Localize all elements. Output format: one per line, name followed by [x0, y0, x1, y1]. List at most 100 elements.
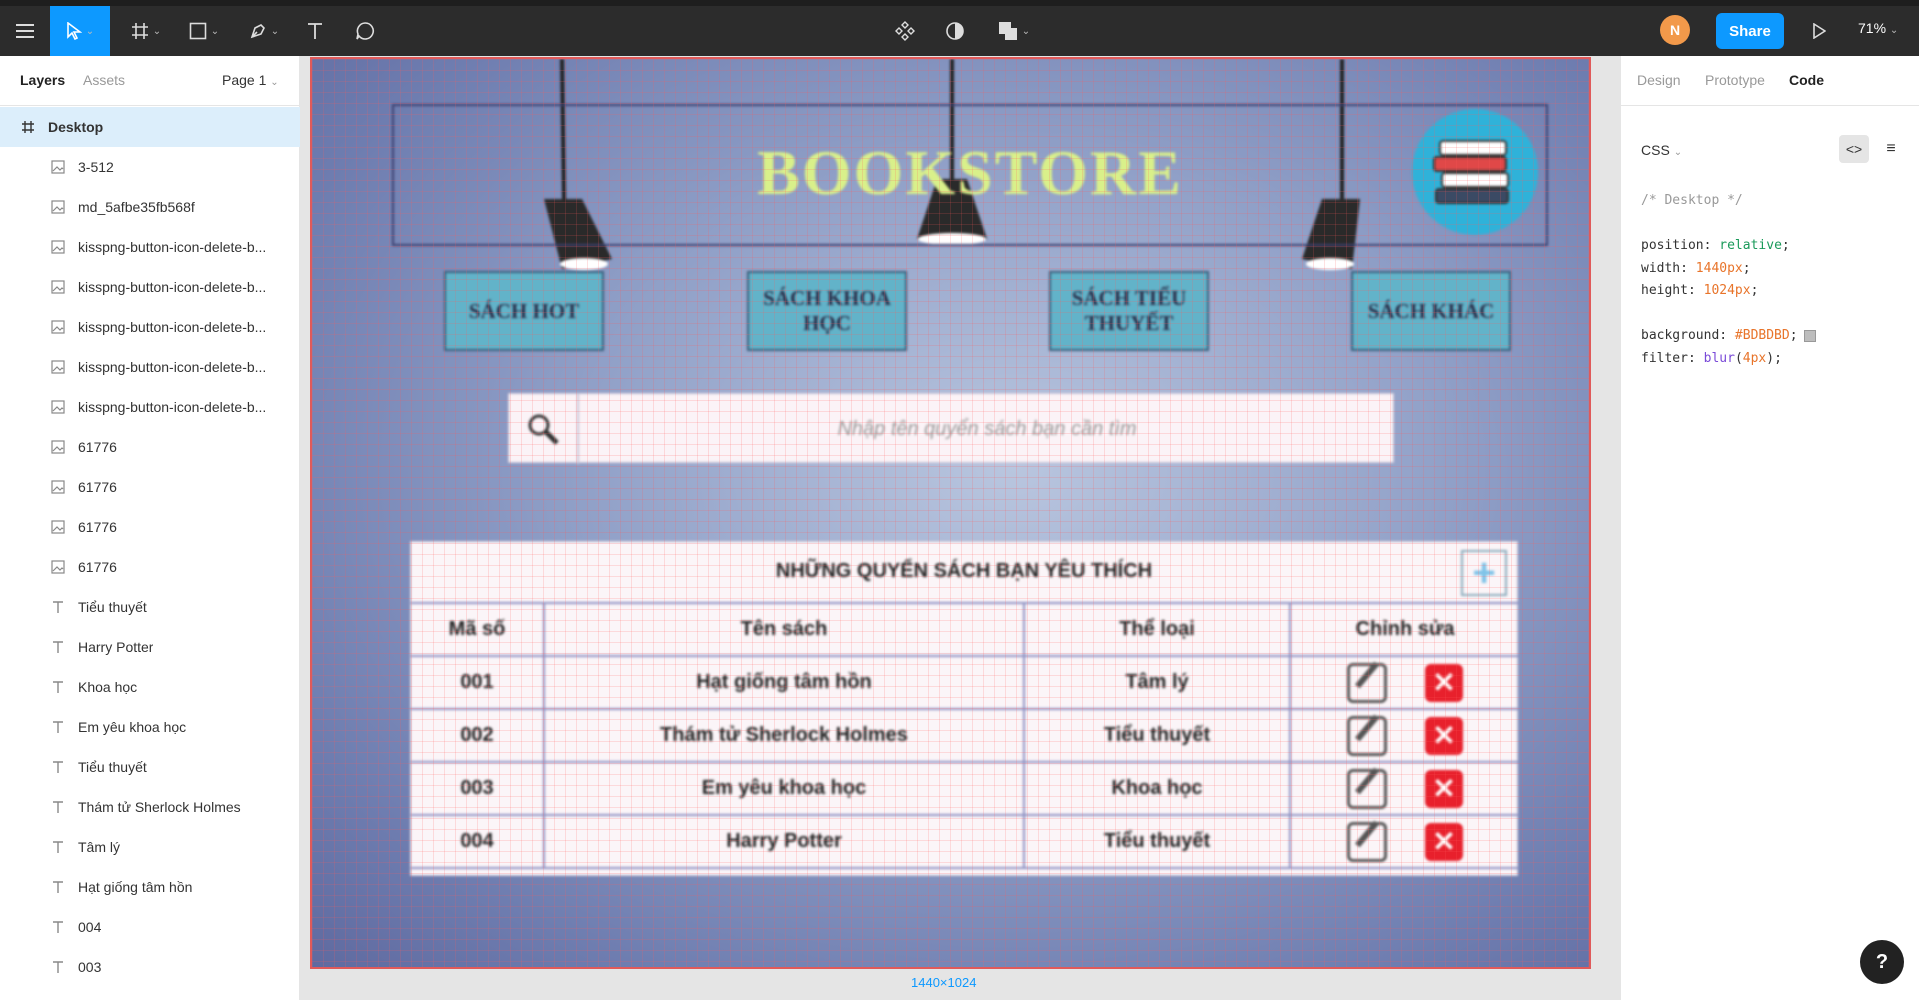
text-icon [50, 759, 66, 775]
present-button[interactable] [1804, 6, 1834, 56]
layer-name: 61776 [78, 439, 117, 455]
text-icon [50, 879, 66, 895]
tab-assets[interactable]: Assets [83, 72, 125, 88]
table-row: 003 Em yêu khoa học Khoa học ✕ [411, 761, 1519, 816]
search-icon[interactable] [509, 394, 579, 464]
help-button[interactable]: ? [1860, 940, 1904, 984]
components-button[interactable] [890, 6, 920, 56]
text-icon [50, 639, 66, 655]
main-menu-button[interactable] [8, 6, 42, 56]
layer-item[interactable]: Tâm lý [0, 827, 300, 867]
language-label: CSS [1641, 142, 1670, 158]
page-selector[interactable]: Page 1 ⌄ [222, 72, 279, 88]
column-header: Tên sách [543, 602, 1025, 657]
table-body: 001 Hạt giống tâm hồn Tâm lý ✕ 002 Thám tử Sh… [411, 655, 1519, 869]
tab-design[interactable]: Design [1637, 72, 1681, 88]
layer-item[interactable]: Em yêu khoa học [0, 707, 300, 747]
tab-prototype[interactable]: Prototype [1705, 72, 1765, 88]
layer-item[interactable]: 3-512 [0, 147, 300, 187]
avatar[interactable]: N [1660, 15, 1690, 45]
layer-item[interactable]: Hạt giống tâm hồn [0, 867, 300, 907]
image-icon [50, 559, 66, 575]
code-value: 1024px [1703, 283, 1751, 298]
edit-icon[interactable] [1347, 662, 1387, 703]
chevron-down-icon: ⌄ [1673, 147, 1683, 158]
cell-genre: Tâm lý [1023, 655, 1291, 710]
cell-genre: Khoa học [1023, 761, 1291, 816]
layer-item[interactable]: 003 [0, 947, 300, 987]
text-tool-button[interactable] [300, 6, 330, 56]
rectangle-icon [189, 22, 207, 40]
cell-actions: ✕ [1289, 761, 1519, 816]
layer-name: 003 [78, 959, 102, 975]
category-button[interactable]: SÁCH TIỂU THUYẾT [1049, 271, 1209, 351]
layer-item[interactable]: Tiểu thuyết [0, 747, 300, 787]
boolean-ops-button[interactable]: ⌄ [992, 6, 1036, 56]
layer-item[interactable]: Desktop [0, 107, 300, 147]
layer-item[interactable]: md_5afbe35fb568f [0, 187, 300, 227]
language-dropdown[interactable]: CSS ⌄ [1641, 142, 1682, 158]
favorites-table: NHỮNG QUYỂN SÁCH BẠN YÊU THÍCH + Mã số Tê… [410, 541, 1519, 876]
delete-icon[interactable]: ✕ [1425, 822, 1463, 861]
chevron-down-icon: ⌄ [1021, 25, 1031, 37]
delete-icon[interactable]: ✕ [1425, 769, 1463, 808]
layer-item[interactable]: Thám tử Sherlock Holmes [0, 787, 300, 827]
frame-tool-button[interactable]: ⌄ [124, 6, 168, 56]
zoom-dropdown[interactable]: 71% ⌄ [1858, 20, 1898, 36]
frame-icon [131, 23, 148, 39]
layer-item[interactable]: Khoa học [0, 667, 300, 707]
comment-tool-button[interactable] [350, 6, 380, 56]
search-placeholder[interactable]: Nhập tên quyển sách bạn cần tìm [581, 418, 1393, 441]
tab-layers[interactable]: Layers [20, 72, 65, 88]
layer-item[interactable]: kisspng-button-icon-delete-b... [0, 267, 300, 307]
layer-item[interactable]: 61776 [0, 467, 300, 507]
text-icon [50, 799, 66, 815]
move-tool-button[interactable]: ⌄ [50, 6, 110, 56]
layer-item[interactable]: 61776 [0, 507, 300, 547]
layer-item[interactable]: 61776 [0, 427, 300, 467]
cell-name: Em yêu khoa học [543, 761, 1025, 816]
shape-tool-button[interactable]: ⌄ [182, 6, 226, 56]
layer-item[interactable]: Tiểu thuyết [0, 587, 300, 627]
list-view-icon[interactable]: ≡ [1877, 135, 1905, 163]
mask-button[interactable] [940, 6, 970, 56]
edit-icon[interactable] [1347, 821, 1387, 862]
edit-icon[interactable] [1347, 715, 1387, 756]
edit-icon[interactable] [1347, 768, 1387, 809]
chevron-down-icon: ⌄ [210, 25, 220, 37]
layer-name: Khoa học [78, 679, 138, 695]
chevron-down-icon: ⌄ [152, 25, 162, 37]
desktop-frame[interactable]: BOOKSTORE SÁCH HOT SÁCH KHOA HỌC SÁCH TIỂU… [310, 57, 1591, 969]
category-button[interactable]: SÁCH HOT [444, 271, 604, 351]
color-swatch[interactable] [1803, 329, 1816, 342]
cell-actions: ✕ [1289, 708, 1519, 763]
category-button[interactable]: SÁCH KHÁC [1351, 271, 1511, 351]
cell-id: 001 [411, 655, 545, 710]
chevron-down-icon: ⌄ [85, 25, 95, 37]
code-value: relative [1719, 238, 1782, 253]
layer-item[interactable]: kisspng-button-icon-delete-b... [0, 387, 300, 427]
delete-icon[interactable]: ✕ [1425, 716, 1463, 755]
page-name: Page 1 [222, 72, 267, 88]
pen-icon [250, 24, 265, 39]
add-icon[interactable]: + [1461, 550, 1507, 596]
category-button[interactable]: SÁCH KHOA HỌC [747, 271, 907, 351]
image-icon [50, 279, 66, 295]
text-icon [308, 23, 322, 39]
layer-item[interactable]: kisspng-button-icon-delete-b... [0, 227, 300, 267]
chevron-down-icon: ⌄ [270, 25, 280, 37]
layer-item[interactable]: kisspng-button-icon-delete-b... [0, 307, 300, 347]
share-button[interactable]: Share [1716, 13, 1784, 49]
search-bar[interactable]: Nhập tên quyển sách bạn cần tìm [508, 393, 1394, 464]
layer-item[interactable]: Harry Potter [0, 627, 300, 667]
canvas[interactable]: BOOKSTORE SÁCH HOT SÁCH KHOA HỌC SÁCH TIỂU… [301, 56, 1619, 1000]
layer-item[interactable]: kisspng-button-icon-delete-b... [0, 347, 300, 387]
pen-tool-button[interactable]: ⌄ [242, 6, 286, 56]
layer-item[interactable]: 61776 [0, 547, 300, 587]
tab-code[interactable]: Code [1789, 72, 1824, 88]
code-comment: /* Desktop */ [1641, 193, 1743, 208]
delete-icon[interactable]: ✕ [1425, 663, 1463, 702]
column-header: Chỉnh sửa [1289, 602, 1519, 657]
layer-item[interactable]: 004 [0, 907, 300, 947]
code-view-icon[interactable]: <> [1839, 135, 1869, 163]
